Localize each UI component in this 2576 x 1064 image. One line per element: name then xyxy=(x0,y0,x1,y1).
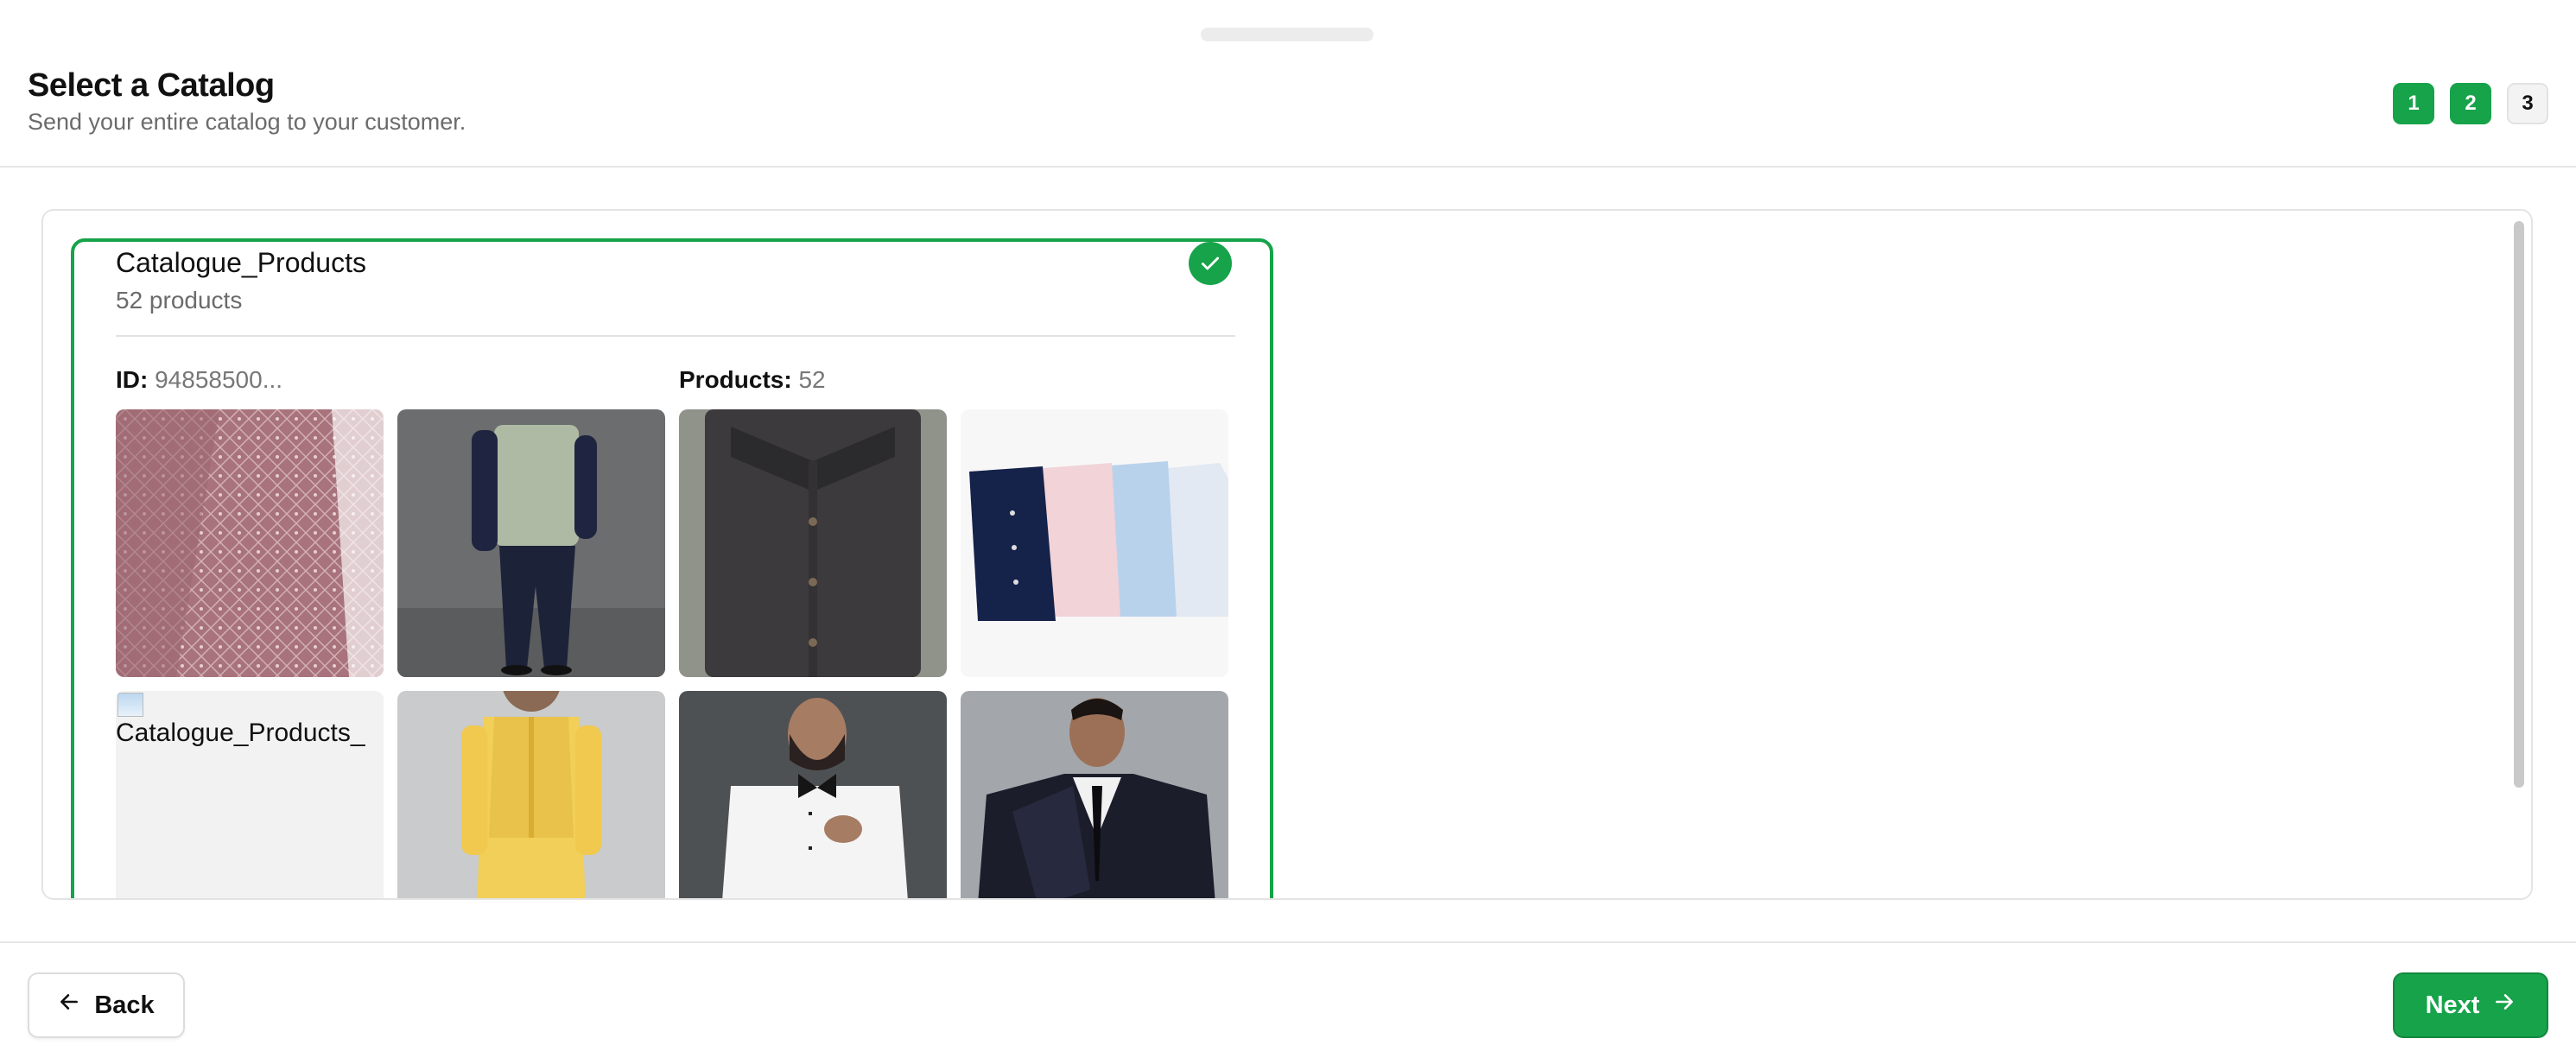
selected-check-icon xyxy=(1189,242,1232,285)
drag-handle[interactable] xyxy=(1201,28,1374,41)
arrow-left-icon xyxy=(58,991,80,1020)
step-2: 2 xyxy=(2450,83,2491,124)
id-value: 94858500... xyxy=(155,366,283,393)
modal-header: Select a Catalog Send your entire catalo… xyxy=(0,0,2576,168)
catalog-name: Catalogue_Products xyxy=(116,247,366,278)
pink-sequin-kurta-image xyxy=(116,409,384,677)
dark-grey-shirt-image xyxy=(679,409,947,677)
catalog-id: ID: 94858500... xyxy=(116,366,282,394)
sage-nehru-jacket-image xyxy=(397,409,665,677)
back-button-label: Back xyxy=(94,991,155,1019)
modal-footer: Back Next xyxy=(0,941,2576,1064)
catalog-selector-modal: Select a Catalog Send your entire catalo… xyxy=(0,0,2576,1064)
page-title: Select a Catalog xyxy=(28,67,275,104)
arrow-right-icon xyxy=(2493,991,2516,1020)
step-indicator: 1 2 3 xyxy=(2393,83,2548,124)
page-subtitle: Send your entire catalog to your custome… xyxy=(28,109,466,135)
four-shirts-image xyxy=(961,409,1228,677)
catalog-product-count: 52 products xyxy=(116,287,243,314)
step-3: 3 xyxy=(2507,83,2548,124)
white-tuxedo-shirt-image xyxy=(679,691,947,898)
id-label: ID: xyxy=(116,366,149,393)
yellow-kurta-jacket-image xyxy=(397,691,665,898)
card-divider xyxy=(116,335,1235,337)
broken-image: Catalogue_Products_ xyxy=(116,691,384,898)
products-label: Products: xyxy=(679,366,792,393)
next-button[interactable]: Next xyxy=(2393,972,2548,1038)
products-value: 52 xyxy=(798,366,826,393)
catalog-list: Catalogue_Products 52 products ID: 94858… xyxy=(41,209,2533,900)
scrollbar-thumb[interactable] xyxy=(2514,221,2524,788)
product-thumbnail-grid: Catalogue_Products_ xyxy=(116,409,1235,898)
back-button[interactable]: Back xyxy=(28,972,185,1038)
step-1: 1 xyxy=(2393,83,2434,124)
catalog-card[interactable]: Catalogue_Products 52 products ID: 94858… xyxy=(71,238,1273,898)
catalog-products: Products: 52 xyxy=(679,366,826,394)
next-button-label: Next xyxy=(2425,991,2480,1019)
black-velvet-suit-image xyxy=(961,691,1228,898)
broken-image-icon xyxy=(117,693,143,717)
broken-image-alt-text: Catalogue_Products_ xyxy=(116,719,365,747)
